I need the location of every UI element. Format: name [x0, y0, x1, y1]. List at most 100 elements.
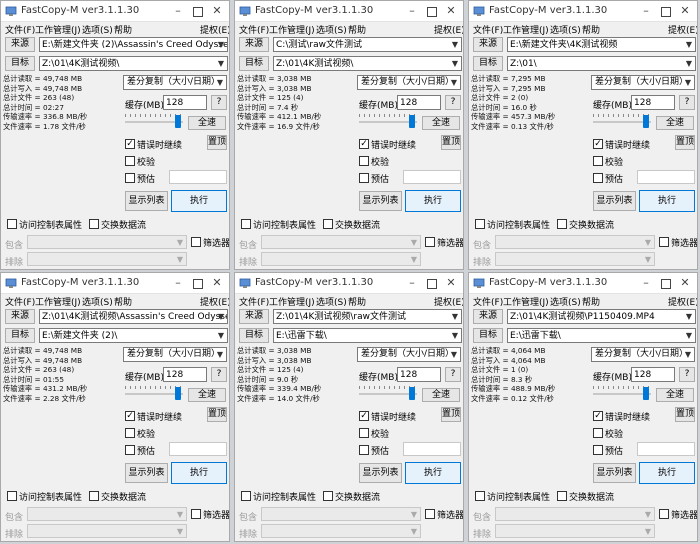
chevron-down-icon[interactable]: ▼	[452, 57, 458, 70]
chevron-down-icon[interactable]: ▼	[218, 38, 224, 51]
menu-file[interactable]: 文件(F)	[473, 23, 503, 36]
full-speed-button[interactable]: 全速	[422, 116, 460, 130]
estimate-checkbox[interactable]	[359, 445, 369, 455]
minimize-icon[interactable]: –	[405, 4, 419, 18]
chevron-down-icon[interactable]: ▼	[645, 508, 651, 520]
menu-help[interactable]: 帮助	[348, 23, 366, 36]
buffer-input[interactable]: 128	[163, 95, 207, 110]
speed-slider-thumb[interactable]	[643, 115, 649, 128]
continue-on-error-checkbox[interactable]: ✓	[593, 411, 603, 421]
menu-elevate[interactable]: 提权(E)	[434, 295, 463, 308]
minimize-icon[interactable]: –	[171, 276, 185, 290]
chevron-down-icon[interactable]: ▼	[177, 253, 183, 265]
dest-button[interactable]: 目标	[239, 328, 269, 343]
show-list-button[interactable]: 显示列表	[359, 191, 402, 211]
exclude-filter-input[interactable]: ▼	[27, 252, 187, 266]
acl-checkbox[interactable]	[7, 219, 17, 229]
chevron-down-icon[interactable]: ▼	[686, 38, 692, 51]
source-button[interactable]: 来源	[239, 309, 269, 324]
help-button[interactable]: ?	[445, 95, 461, 110]
close-icon[interactable]: ✕	[678, 276, 692, 290]
source-button[interactable]: 来源	[5, 37, 35, 52]
help-button[interactable]: ?	[211, 367, 227, 382]
alt-stream-checkbox[interactable]	[323, 491, 333, 501]
chevron-down-icon[interactable]: ▼	[452, 38, 458, 51]
chevron-down-icon[interactable]: ▼	[411, 253, 417, 265]
continue-on-error-checkbox[interactable]: ✓	[125, 139, 135, 149]
chevron-down-icon[interactable]: ▼	[645, 525, 651, 537]
chevron-down-icon[interactable]: ▼	[218, 57, 224, 70]
minimize-icon[interactable]: –	[405, 276, 419, 290]
chevron-down-icon[interactable]: ▼	[686, 329, 692, 342]
menu-elevate[interactable]: 提权(E)	[200, 295, 229, 308]
speed-slider-thumb[interactable]	[409, 115, 415, 128]
full-speed-button[interactable]: 全速	[422, 388, 460, 402]
exclude-filter-input[interactable]: ▼	[261, 252, 421, 266]
include-filter-input[interactable]: ▼	[27, 235, 187, 249]
chevron-down-icon[interactable]: ▼	[217, 76, 223, 89]
menu-options[interactable]: 选项(S)	[316, 295, 347, 308]
top-most-button[interactable]: 置顶	[675, 407, 695, 422]
source-button[interactable]: 来源	[5, 309, 35, 324]
chevron-down-icon[interactable]: ▼	[452, 310, 458, 323]
chevron-down-icon[interactable]: ▼	[686, 57, 692, 70]
copy-mode-select[interactable]: 差分复制（大小/日期） ▼	[123, 75, 227, 90]
filter-checkbox[interactable]	[191, 509, 201, 519]
chevron-down-icon[interactable]: ▼	[452, 329, 458, 342]
menu-file[interactable]: 文件(F)	[239, 295, 269, 308]
menu-help[interactable]: 帮助	[582, 295, 600, 308]
minimize-icon[interactable]: –	[171, 4, 185, 18]
copy-mode-select[interactable]: 差分复制（大小/日期） ▼	[591, 347, 695, 362]
continue-on-error-checkbox[interactable]: ✓	[593, 139, 603, 149]
maximize-icon[interactable]	[425, 276, 439, 290]
filter-checkbox[interactable]	[659, 237, 669, 247]
source-path-field[interactable]: E:\新建文件夹\4K测试视频 ▼	[507, 37, 696, 52]
verify-checkbox[interactable]	[125, 156, 135, 166]
close-icon[interactable]: ✕	[210, 4, 224, 18]
menu-file[interactable]: 文件(F)	[239, 23, 269, 36]
menu-options[interactable]: 选项(S)	[82, 295, 113, 308]
continue-on-error-checkbox[interactable]: ✓	[359, 139, 369, 149]
top-most-button[interactable]: 置顶	[441, 407, 461, 422]
copy-mode-select[interactable]: 差分复制（大小/日期） ▼	[357, 75, 461, 90]
verify-checkbox[interactable]	[125, 428, 135, 438]
close-icon[interactable]: ✕	[444, 276, 458, 290]
acl-checkbox[interactable]	[241, 219, 251, 229]
execute-button[interactable]: 执行	[171, 462, 227, 484]
help-button[interactable]: ?	[445, 367, 461, 382]
filter-checkbox[interactable]	[659, 509, 669, 519]
menu-help[interactable]: 帮助	[348, 295, 366, 308]
copy-mode-select[interactable]: 差分复制（大小/日期） ▼	[123, 347, 227, 362]
filter-checkbox[interactable]	[425, 509, 435, 519]
chevron-down-icon[interactable]: ▼	[218, 329, 224, 342]
maximize-icon[interactable]	[191, 4, 205, 18]
chevron-down-icon[interactable]: ▼	[451, 76, 457, 89]
buffer-input[interactable]: 128	[163, 367, 207, 382]
dest-path-field[interactable]: E:\迅雷下载\ ▼	[273, 328, 462, 343]
source-path-field[interactable]: Z:\01\4K测试视频\P1150409.MP4 ▼	[507, 309, 696, 324]
include-filter-input[interactable]: ▼	[495, 507, 655, 521]
verify-checkbox[interactable]	[593, 428, 603, 438]
buffer-input[interactable]: 128	[397, 367, 441, 382]
chevron-down-icon[interactable]: ▼	[177, 525, 183, 537]
exclude-filter-input[interactable]: ▼	[261, 524, 421, 538]
close-icon[interactable]: ✕	[444, 4, 458, 18]
chevron-down-icon[interactable]: ▼	[411, 508, 417, 520]
show-list-button[interactable]: 显示列表	[593, 463, 636, 483]
menu-job[interactable]: 工作管理(J)	[35, 295, 81, 308]
chevron-down-icon[interactable]: ▼	[177, 236, 183, 248]
menu-job[interactable]: 工作管理(J)	[503, 295, 549, 308]
speed-slider-thumb[interactable]	[175, 115, 181, 128]
maximize-icon[interactable]	[659, 276, 673, 290]
include-filter-input[interactable]: ▼	[261, 235, 421, 249]
menu-help[interactable]: 帮助	[114, 295, 132, 308]
buffer-input[interactable]: 128	[397, 95, 441, 110]
copy-mode-select[interactable]: 差分复制（大小/日期） ▼	[357, 347, 461, 362]
source-path-field[interactable]: Z:\01\4K测试视频\raw文件测试 ▼	[273, 309, 462, 324]
dest-path-field[interactable]: Z:\01\4K测试视频\ ▼	[39, 56, 228, 71]
acl-checkbox[interactable]	[7, 491, 17, 501]
top-most-button[interactable]: 置顶	[675, 135, 695, 150]
show-list-button[interactable]: 显示列表	[593, 191, 636, 211]
chevron-down-icon[interactable]: ▼	[645, 236, 651, 248]
show-list-button[interactable]: 显示列表	[359, 463, 402, 483]
